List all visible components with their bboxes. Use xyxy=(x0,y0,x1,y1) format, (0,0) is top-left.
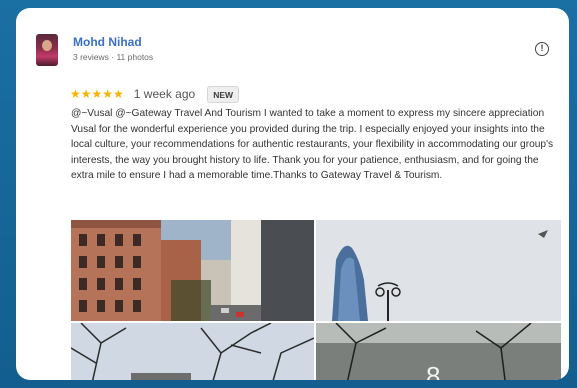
review-card: Mohd Nihad 3 reviews · 11 photos ! ★★★★★… xyxy=(16,8,569,380)
star-rating: ★★★★★ xyxy=(70,87,124,101)
svg-text:8: 8 xyxy=(426,361,440,380)
review-time: 1 week ago xyxy=(133,87,196,101)
review-header: Mohd Nihad 3 reviews · 11 photos ! xyxy=(36,34,549,74)
photo-street-buildings[interactable] xyxy=(71,220,314,321)
author-avatar[interactable] xyxy=(36,34,58,66)
info-icon[interactable]: ! xyxy=(535,42,549,56)
author-name[interactable]: Mohd Nihad xyxy=(73,35,142,49)
new-badge: NEW xyxy=(207,85,240,103)
photo-dark-street[interactable]: 8 xyxy=(316,323,561,380)
author-meta: 3 reviews · 11 photos xyxy=(73,52,154,62)
photo-trees[interactable] xyxy=(71,323,314,380)
avatar-face xyxy=(42,40,52,51)
rating-row: ★★★★★ 1 week ago NEW xyxy=(70,84,240,104)
review-photos[interactable]: 8 xyxy=(71,220,561,380)
photo-tower[interactable] xyxy=(316,220,561,321)
review-text: @~Vusal @~Gateway Travel And Tourism I w… xyxy=(71,108,554,181)
